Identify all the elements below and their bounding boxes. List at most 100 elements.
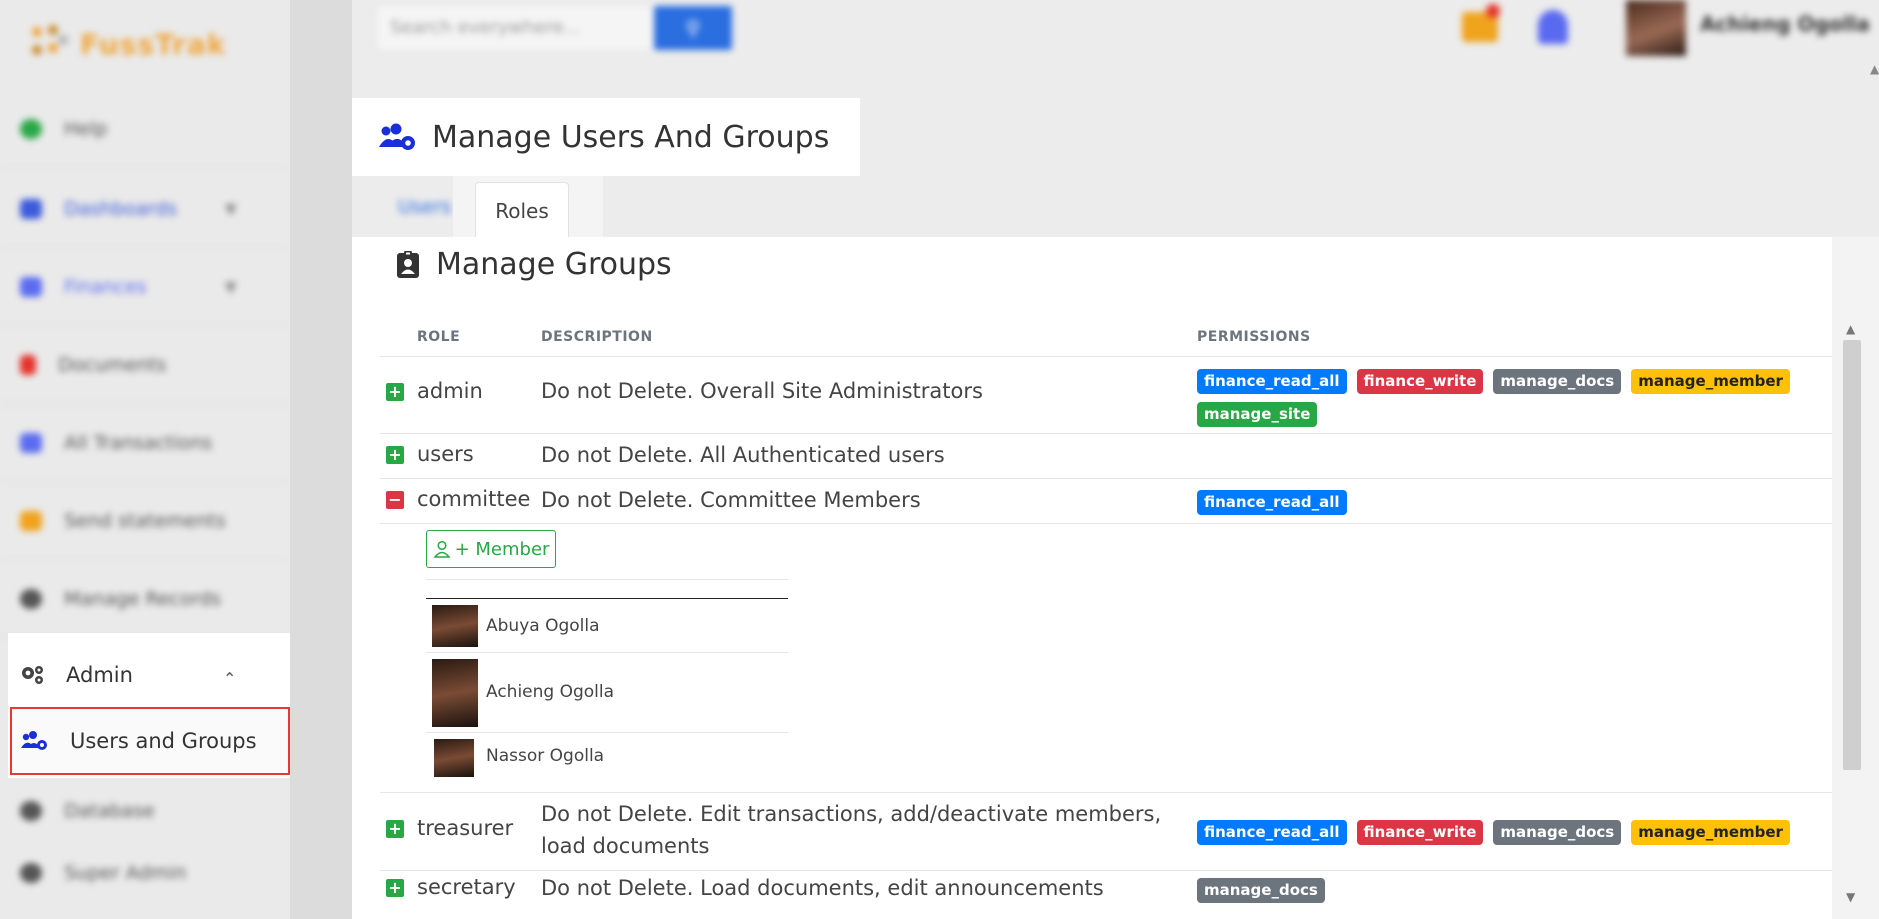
sidebar-item-manage-records[interactable]: Manage Records (0, 560, 290, 638)
table-row: − committee Do not Delete. Committee Mem… (352, 479, 1832, 524)
sidebar-item-label: Help (64, 117, 108, 140)
sidebar-item-label: Send statements (64, 509, 226, 532)
super-admin-icon (20, 863, 42, 883)
chevron-up-icon[interactable]: ⌃ (223, 669, 236, 688)
permission-badge: manage_docs (1493, 369, 1622, 394)
avatar (432, 605, 478, 647)
role-description: Do not Delete. Committee Members (541, 488, 921, 512)
table-row: + treasurer Do not Delete. Edit transact… (352, 793, 1832, 871)
sidebar-item-label: Super Admin (64, 862, 187, 884)
sidebar-item-label: Finances (64, 275, 147, 298)
sidebar-item-label: Documents (58, 353, 167, 376)
transactions-icon (20, 432, 42, 453)
permissions-list: finance_read_all finance_write manage_do… (1197, 820, 1817, 845)
role-name: users (417, 442, 474, 466)
logo-mark-icon (28, 23, 70, 65)
sidebar-item-label: All Transactions (64, 431, 213, 454)
sidebar-item-documents[interactable]: Documents (0, 326, 290, 404)
permission-badge: manage_docs (1493, 820, 1622, 845)
member-divider (426, 579, 788, 580)
sidebar-item-super-admin[interactable]: Super Admin (0, 834, 290, 912)
bell-icon[interactable] (1538, 10, 1568, 44)
sidebar-item-label: Admin (66, 663, 133, 687)
scrollbar-thumb[interactable] (1843, 340, 1861, 770)
tab-roles[interactable]: Roles (475, 182, 569, 238)
avatar (432, 659, 478, 727)
list-item[interactable]: Achieng Ogolla (426, 653, 788, 733)
manage-groups-card: Manage Groups ROLE DESCRIPTION PERMISSIO… (352, 237, 1832, 919)
role-description: Do not Delete. All Authenticated users (541, 443, 945, 467)
role-description: Do not Delete. Edit transactions, add/de… (541, 802, 1162, 858)
permission-badge: manage_member (1631, 369, 1790, 394)
expand-plus-icon[interactable]: + (386, 446, 404, 464)
member-name: Abuya Ogolla (486, 616, 600, 636)
sidebar-item-label: Manage Records (64, 587, 222, 610)
chevron-down-icon: ▼ (225, 199, 237, 218)
column-header-role: ROLE (417, 329, 461, 345)
permissions-list: finance_read_all finance_write manage_do… (1197, 369, 1817, 427)
sidebar-gutter (290, 0, 352, 919)
sidebar-item-help[interactable]: Help (0, 90, 290, 168)
sidebar-item-dashboards[interactable]: Dashboards ▼ (0, 170, 290, 248)
sidebar-item-admin[interactable]: Admin (20, 663, 133, 687)
page-scroll-up-icon[interactable]: ▲ (1870, 62, 1879, 76)
chevron-down-icon: ▼ (225, 277, 237, 296)
scroll-up-icon[interactable]: ▲ (1846, 322, 1855, 336)
role-name: committee (417, 487, 531, 511)
app-logo[interactable]: FussTrak (28, 14, 248, 74)
records-icon (20, 588, 42, 609)
list-item[interactable]: Nassor Ogolla (426, 733, 788, 783)
notification-dot (1486, 4, 1500, 18)
add-member-button[interactable]: + Member (426, 530, 556, 568)
permission-badge: finance_read_all (1197, 369, 1347, 394)
sidebar-item-send-statements[interactable]: Send statements (0, 482, 290, 560)
permission-badge: finance_read_all (1197, 820, 1347, 845)
search-button[interactable]: ⚲ (654, 6, 732, 50)
member-name: Nassor Ogolla (486, 746, 605, 766)
role-name: secretary (417, 875, 516, 899)
list-item[interactable]: Abuya Ogolla (426, 599, 788, 653)
sidebar-item-users-and-groups[interactable]: Users and Groups (10, 707, 290, 775)
user-menu-name[interactable]: Achieng Ogolla (1700, 12, 1870, 36)
dashboard-icon (20, 198, 42, 219)
row-divider (380, 523, 1832, 524)
table-row: + admin Do not Delete. Overall Site Admi… (352, 357, 1832, 434)
permissions-list: manage_docs (1197, 878, 1817, 903)
logo-text: FussTrak (80, 27, 227, 61)
scroll-down-icon[interactable]: ▼ (1846, 890, 1855, 904)
sidebar-item-all-transactions[interactable]: All Transactions (0, 404, 290, 482)
expand-plus-icon[interactable]: + (386, 820, 404, 838)
page-title: Manage Users And Groups (432, 119, 830, 155)
finances-icon (20, 276, 42, 297)
collapse-minus-icon[interactable]: − (386, 491, 404, 509)
permission-badge: manage_member (1631, 820, 1790, 845)
search-icon: ⚲ (685, 16, 701, 40)
card-header: Manage Groups (396, 247, 672, 282)
address-book-icon (397, 250, 419, 278)
permission-badge: finance_write (1356, 820, 1484, 845)
permission-badge: manage_docs (1197, 878, 1325, 903)
users-cog-icon (379, 123, 415, 150)
expand-plus-icon[interactable]: + (386, 879, 404, 897)
page-header: Manage Users And Groups (352, 98, 860, 176)
avatar[interactable] (1626, 0, 1686, 56)
permission-badge: finance_read_all (1197, 490, 1347, 515)
search-input[interactable]: Search everywhere... (378, 7, 654, 49)
permission-badge: finance_write (1356, 369, 1484, 394)
expand-plus-icon[interactable]: + (386, 383, 404, 401)
member-name: Achieng Ogolla (486, 682, 615, 702)
statements-icon (20, 510, 42, 531)
sidebar-item-label: Dashboards (64, 197, 177, 220)
help-icon (20, 118, 42, 139)
permissions-list: finance_read_all (1197, 490, 1817, 515)
users-cog-icon (21, 731, 47, 750)
permission-badge: manage_site (1197, 402, 1318, 427)
avatar (434, 739, 474, 777)
role-description: Do not Delete. Overall Site Administrato… (541, 379, 983, 403)
sidebar-item-label: Database (64, 800, 155, 822)
search-placeholder: Search everywhere... (390, 17, 581, 38)
tab-users[interactable]: Users (398, 196, 451, 218)
sidebar-item-finances[interactable]: Finances ▼ (0, 248, 290, 326)
sidebar: FussTrak Help Dashboards ▼ Finances ▼ Do… (0, 0, 290, 919)
user-icon (433, 540, 451, 558)
